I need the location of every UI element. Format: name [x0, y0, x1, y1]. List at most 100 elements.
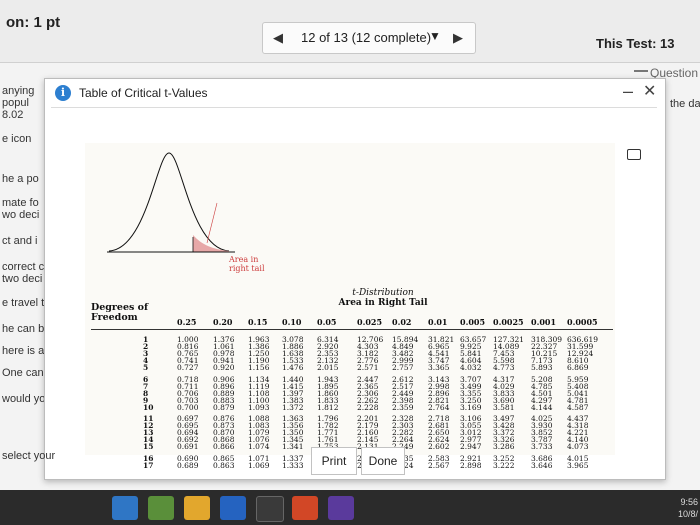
expand-icon[interactable] [627, 149, 641, 160]
table-cell: 1.476 [282, 363, 304, 373]
fragment-text: wo deci [2, 209, 40, 221]
row-degrees-of-freedom: 17 [143, 460, 154, 470]
table-cell: 3.965 [567, 460, 589, 470]
row-degrees-of-freedom: 10 [143, 402, 154, 412]
file-explorer-icon[interactable] [184, 496, 210, 520]
distribution-title: t-Distribution Area in Right Tail [338, 288, 428, 308]
table-cell: 3.169 [460, 402, 482, 412]
fragment-text: mate fo [2, 197, 39, 209]
dialog-title: Table of Critical t-Values [79, 86, 208, 100]
table-cell: 1.341 [282, 442, 304, 452]
column-header: 0.05 [317, 317, 337, 327]
table-cell: 4.587 [567, 402, 589, 412]
edge-browser-icon[interactable] [112, 496, 138, 520]
close-icon[interactable]: ✕ [643, 81, 656, 101]
table-cell: 1.069 [248, 460, 270, 470]
store-icon[interactable] [256, 496, 284, 522]
table-cell: 1.372 [282, 402, 304, 412]
column-header: 0.15 [248, 317, 268, 327]
taskbar [0, 490, 700, 525]
area-in-right-tail-label: Area in right tail [229, 255, 265, 273]
fragment-text: ct and i [2, 235, 38, 247]
table-cell: 2.228 [357, 402, 379, 412]
table-cell: 3.222 [493, 460, 515, 470]
app-icon[interactable] [328, 496, 354, 520]
score-label: on: 1 pt [6, 14, 61, 31]
table-cell: 0.689 [177, 460, 199, 470]
column-header: 0.025 [357, 317, 383, 327]
minimize-icon[interactable]: – [623, 81, 633, 102]
table-cell: 2.757 [392, 363, 414, 373]
table-cell: 0.727 [177, 363, 199, 373]
table-cell: 3.646 [531, 460, 553, 470]
next-question-icon[interactable]: ▶ [453, 30, 463, 46]
table-cell: 4.773 [493, 363, 515, 373]
column-header: 0.20 [213, 317, 233, 327]
table-cell: 0.866 [213, 442, 235, 452]
table-cell: 2.947 [460, 442, 482, 452]
critical-t-values-dialog: i Table of Critical t-Values – ✕ Area in… [44, 78, 666, 480]
table-header-rule [91, 329, 613, 330]
column-header: 0.001 [531, 317, 557, 327]
table-cell: 5.893 [531, 363, 553, 373]
table-cell: 2.602 [428, 442, 450, 452]
column-header: 0.0025 [493, 317, 524, 327]
top-bar: on: 1 pt ◀ 12 of 13 (12 complete) ▼ ▶ Th… [0, 0, 700, 63]
fragment-text: two deci [2, 273, 43, 285]
table-cell: 1.156 [248, 363, 270, 373]
table-cell: 2.898 [460, 460, 482, 470]
fragment-text: 8.02 [2, 109, 24, 121]
column-header: 0.0005 [567, 317, 598, 327]
column-header: 0.10 [282, 317, 302, 327]
table-cell: 0.920 [213, 363, 235, 373]
table-cell: 2.359 [392, 402, 414, 412]
row-degrees-of-freedom: 5 [143, 363, 149, 373]
column-header: 0.005 [460, 317, 486, 327]
table-cell: 4.032 [460, 363, 482, 373]
right-tail-area [193, 235, 229, 252]
table-cell: 1.812 [317, 402, 339, 412]
table-cell: 0.879 [213, 402, 235, 412]
degrees-of-freedom-header: Degrees of Freedom [91, 302, 149, 323]
question-navigator[interactable]: ◀ 12 of 13 (12 complete) ▼ ▶ [262, 22, 476, 54]
table-cell: 6.869 [567, 363, 589, 373]
column-header: 0.01 [428, 317, 448, 327]
info-icon: i [55, 85, 71, 101]
divider [51, 107, 657, 108]
app-icon[interactable] [292, 496, 318, 520]
table-cell: 3.733 [531, 442, 553, 452]
fragment-text: popul [2, 97, 29, 109]
fragment-text: e icon [2, 133, 32, 145]
app-icon[interactable] [148, 496, 174, 520]
table-cell: 4.144 [531, 402, 553, 412]
fragment-text: anying [2, 85, 35, 97]
table-cell: 0.700 [177, 402, 199, 412]
column-header: 0.25 [177, 317, 197, 327]
word-icon[interactable] [220, 496, 246, 520]
previous-question-icon[interactable]: ◀ [273, 30, 283, 46]
right-text-fragment: the da [670, 98, 700, 110]
table-cell: 1.074 [248, 442, 270, 452]
fragment-text: here is a [2, 345, 45, 357]
table-cell: 2.567 [428, 460, 450, 470]
table-cell: 0.863 [213, 460, 235, 470]
row-degrees-of-freedom: 15 [143, 442, 154, 452]
table-cell: 0.691 [177, 442, 199, 452]
table-cell: 1.093 [248, 402, 270, 412]
table-cell: 1.333 [282, 460, 304, 470]
table-cell: 3.581 [493, 402, 515, 412]
test-title: This Test: 13 [596, 36, 675, 51]
column-header: 0.02 [392, 317, 412, 327]
t-distribution-curve [107, 152, 235, 253]
fragment-text: correct c [2, 261, 45, 273]
table-cell: 3.286 [493, 442, 515, 452]
print-button[interactable]: Print [311, 447, 357, 475]
question-progress-label: 12 of 13 (12 complete) [301, 30, 432, 45]
fragment-text: he a po [2, 173, 39, 185]
chevron-down-icon[interactable]: ▼ [429, 29, 441, 43]
system-clock: 9:56 10/8/ [677, 497, 698, 519]
table-cell: 2.571 [357, 363, 379, 373]
table-cell: 2.764 [428, 402, 450, 412]
fragment-text: e travel t [2, 297, 45, 309]
done-button[interactable]: Done [361, 447, 405, 475]
